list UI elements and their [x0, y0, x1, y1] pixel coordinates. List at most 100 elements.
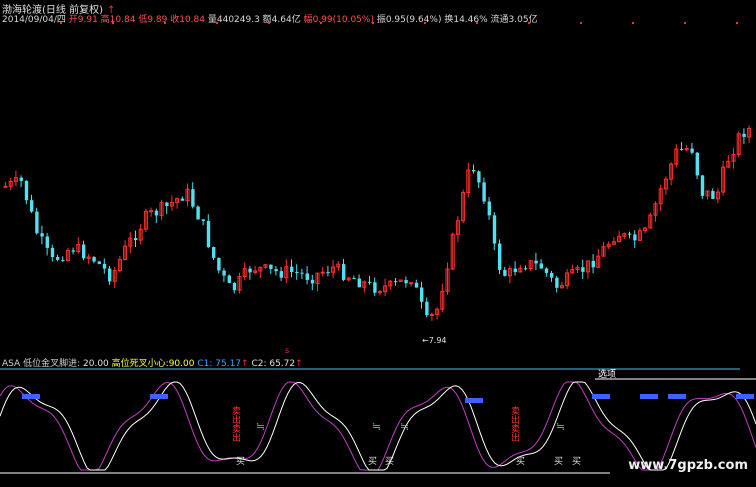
candle-body — [492, 215, 497, 244]
signal-mark: ≒ — [556, 420, 565, 433]
candle-body — [180, 198, 185, 201]
candlestick-chart[interactable]: ←7.94 s — [0, 22, 756, 362]
candle-body — [524, 268, 528, 270]
candle-body — [711, 190, 715, 199]
buy-signal: 买 — [385, 456, 394, 467]
candle-body — [134, 238, 138, 241]
high-zone-marker — [465, 398, 483, 403]
candle-body — [45, 236, 49, 248]
candle-body — [108, 268, 112, 282]
high-zone-marker — [592, 394, 610, 399]
buy-signal: 买 — [516, 456, 525, 467]
candle-body — [352, 278, 356, 280]
high-zone-marker — [640, 394, 658, 399]
candle-body — [357, 278, 361, 288]
candle-body — [269, 264, 273, 270]
candle-body — [429, 313, 434, 316]
tick-mark — [112, 22, 114, 24]
tick-mark — [320, 22, 322, 24]
signal-mark: s — [285, 346, 289, 355]
candle-body — [544, 268, 549, 273]
candle-body — [503, 269, 507, 276]
candle-body — [305, 273, 309, 280]
candle-body — [97, 261, 101, 264]
candle-body — [513, 268, 517, 272]
low-price-label: ←7.94 — [422, 336, 447, 345]
watermark: www.7gpzb.com — [628, 458, 748, 473]
candle-body — [232, 282, 237, 291]
candle-body — [92, 257, 96, 262]
sell-signal: 卖出卖出 — [230, 406, 241, 443]
candle-body — [102, 263, 107, 269]
candle-body — [40, 233, 44, 237]
candle-body — [628, 233, 632, 235]
tick-mark — [476, 22, 478, 24]
candle-body — [534, 260, 538, 264]
buy-signal: 买 — [368, 456, 377, 467]
tick-mark — [424, 22, 426, 24]
candle-body — [414, 282, 419, 288]
candle-body — [56, 257, 60, 260]
tick-mark — [216, 22, 218, 24]
buy-signal: 买 — [572, 456, 581, 467]
tick-mark — [268, 22, 270, 24]
high-zone-marker — [22, 394, 40, 399]
sell-signal: 卖出卖出 — [509, 406, 520, 443]
candle-body — [206, 220, 211, 248]
candle-body — [373, 282, 377, 293]
tick-mark — [580, 22, 582, 24]
candle-body — [482, 182, 486, 202]
candle-body — [222, 270, 226, 276]
candle-body — [290, 266, 294, 272]
high-zone-marker — [668, 394, 686, 399]
candle-body — [742, 133, 746, 137]
candle-body — [227, 275, 231, 283]
high-zone-marker — [736, 394, 754, 399]
candle-body — [191, 189, 195, 207]
candle-body — [680, 149, 684, 151]
candle-body — [310, 279, 315, 284]
candle-body — [71, 250, 75, 252]
buy-signal: 买 — [554, 456, 563, 467]
candle-body — [320, 271, 325, 274]
candle-body — [274, 269, 278, 272]
tick-mark — [632, 22, 634, 24]
candle-body — [633, 234, 637, 241]
candle-body — [487, 201, 491, 216]
candle-body — [539, 263, 543, 269]
tick-mark — [372, 22, 374, 24]
buy-signal: 买 — [236, 456, 245, 467]
tick-mark — [528, 22, 530, 24]
candle-body — [394, 281, 398, 283]
candle-body — [404, 280, 408, 284]
candle-body — [591, 260, 595, 268]
candle-body — [300, 272, 304, 274]
candle-body — [690, 148, 694, 153]
candle-body — [700, 175, 705, 196]
tick-mark — [60, 22, 62, 24]
candle-body — [409, 282, 414, 285]
candle-body — [472, 170, 476, 172]
signal-mark: ≒ — [400, 420, 409, 433]
candle-body — [19, 177, 23, 181]
candle-body — [35, 211, 39, 234]
candle-body — [196, 206, 200, 220]
tick-mark — [736, 22, 738, 24]
candle-body — [165, 202, 169, 207]
candle-body — [248, 268, 252, 273]
signal-mark: ≒ — [372, 420, 381, 433]
candle-body — [477, 171, 481, 183]
candle-body — [24, 180, 29, 201]
high-zone-marker — [150, 394, 168, 399]
candle-body — [555, 277, 559, 288]
candle-body — [149, 210, 154, 213]
candle-body — [217, 257, 221, 271]
candle-body — [425, 301, 429, 316]
candle-body — [295, 271, 299, 273]
candle-body — [3, 185, 8, 188]
candle-body — [50, 247, 55, 258]
candle-body — [212, 247, 216, 258]
candle-body — [61, 259, 65, 261]
candle-body — [279, 271, 283, 278]
candle-body — [326, 272, 330, 274]
